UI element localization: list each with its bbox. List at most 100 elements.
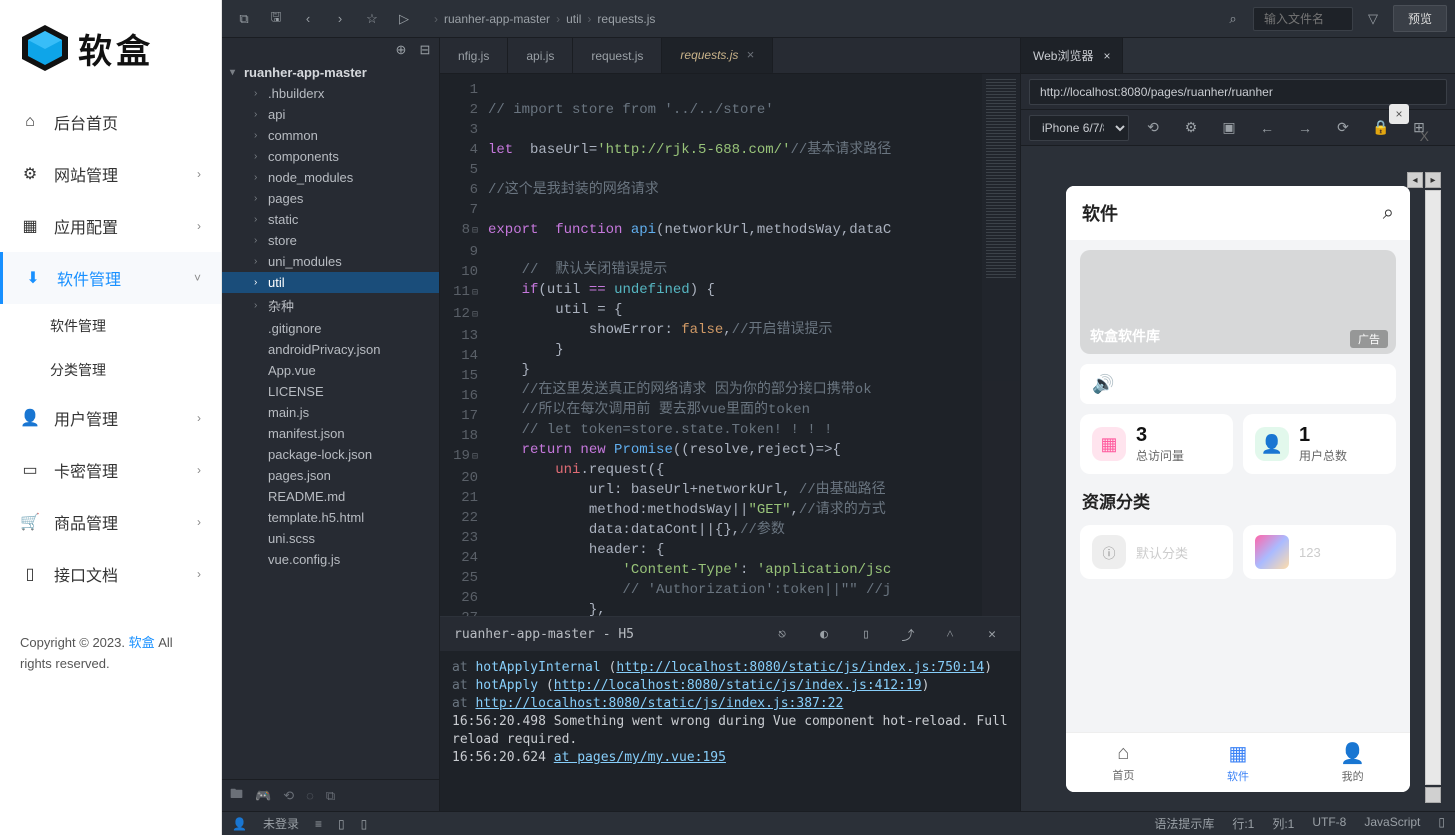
console-export-icon[interactable]: ⤴ — [894, 620, 922, 648]
preview-url-input[interactable] — [1029, 79, 1447, 105]
device-select[interactable]: iPhone 6/7/8 — [1029, 115, 1129, 141]
back-icon[interactable]: ‹ — [294, 5, 322, 33]
nav-item[interactable]: ⬇软件管理˅ — [0, 252, 221, 304]
login-status[interactable]: 未登录 — [263, 815, 299, 832]
tree-root[interactable]: ▾ruanher-app-master — [222, 62, 439, 83]
tree-file[interactable]: pages.json — [222, 465, 439, 486]
tree-file[interactable]: manifest.json — [222, 423, 439, 444]
tree-file[interactable]: main.js — [222, 402, 439, 423]
breadcrumb-item[interactable]: ruanher-app-master — [444, 12, 550, 26]
minimap[interactable] — [982, 74, 1020, 616]
tree-file[interactable]: README.md — [222, 486, 439, 507]
tree-folder[interactable]: ›common — [222, 125, 439, 146]
terminal2-icon[interactable]: ▯ — [361, 817, 368, 831]
editor-tab[interactable]: requests.js× — [662, 38, 773, 73]
scroll-right-icon[interactable]: ▸ — [1425, 172, 1441, 188]
forward-icon[interactable]: → — [1291, 114, 1319, 142]
tree-add-icon[interactable]: ⊕ — [393, 42, 409, 58]
console-clear-icon[interactable]: ▯ — [852, 620, 880, 648]
tree-file[interactable]: App.vue — [222, 360, 439, 381]
console-up-icon[interactable]: ˄ — [936, 620, 964, 648]
banner[interactable]: 软盒软件库 广告 — [1080, 250, 1396, 354]
tree-file[interactable]: LICENSE — [222, 381, 439, 402]
tree-folder[interactable]: ›static — [222, 209, 439, 230]
close-icon[interactable]: × — [1103, 49, 1110, 63]
search-file-icon[interactable]: ⌕ — [1219, 5, 1247, 33]
tree-folder[interactable]: ›pages — [222, 188, 439, 209]
forward-icon[interactable]: › — [326, 5, 354, 33]
editor-tab[interactable]: api.js — [508, 38, 573, 73]
tree-file[interactable]: .gitignore — [222, 318, 439, 339]
console-output[interactable]: at hotApplyInternal (http://localhost:80… — [440, 651, 1020, 811]
filter-input[interactable] — [1253, 7, 1353, 31]
list-icon[interactable]: ≡ — [315, 817, 322, 831]
tree-folder[interactable]: ›api — [222, 104, 439, 125]
tree-folder[interactable]: ›.hbuilderx — [222, 83, 439, 104]
rotate-icon[interactable]: ⟲ — [1139, 114, 1167, 142]
ext-close-button[interactable]: × — [1389, 104, 1409, 124]
link-icon[interactable]: ⧉ — [326, 788, 335, 804]
save-icon[interactable]: 🖫 — [262, 5, 290, 33]
notification-icon[interactable]: ▯ — [1438, 815, 1445, 832]
nav-item[interactable]: ▯接口文档› — [0, 548, 221, 600]
tree-collapse-icon[interactable]: ⊟ — [417, 42, 433, 58]
refresh-icon[interactable]: ⟳ — [1329, 114, 1357, 142]
tree-folder[interactable]: ›node_modules — [222, 167, 439, 188]
stat-users[interactable]: 👤 1 用户总数 — [1243, 414, 1396, 474]
category-123[interactable]: 123 — [1243, 525, 1396, 579]
language-mode[interactable]: JavaScript — [1364, 815, 1420, 832]
copyright-link[interactable]: 软盒 — [129, 635, 155, 650]
star-icon[interactable]: ☆ — [358, 5, 386, 33]
nav-item[interactable]: 🛒商品管理› — [0, 496, 221, 548]
circle-icon[interactable]: ◌ — [306, 788, 314, 803]
preview-button[interactable]: 预览 — [1393, 5, 1447, 32]
breadcrumb-item[interactable]: requests.js — [597, 12, 655, 26]
tree-folder[interactable]: ›util — [222, 272, 439, 293]
tree-folder[interactable]: ›uni_modules — [222, 251, 439, 272]
editor-tab[interactable]: nfig.js — [440, 38, 508, 73]
nav-item[interactable]: ⌂后台首页 — [0, 96, 221, 148]
nav-subitem[interactable]: 软件管理 — [48, 304, 221, 348]
editor-tab[interactable]: request.js — [573, 38, 662, 73]
nav-home[interactable]: ⌂ 首页 — [1066, 733, 1181, 792]
scroll-left-icon[interactable]: ◂ — [1407, 172, 1423, 188]
stat-visits[interactable]: ▦ 3 总访问量 — [1080, 414, 1233, 474]
close-icon[interactable]: × — [746, 47, 754, 62]
tree-file[interactable]: vue.config.js — [222, 549, 439, 570]
nav-item[interactable]: ▭卡密管理› — [0, 444, 221, 496]
tree-folder[interactable]: ›杂种 — [222, 293, 439, 318]
code-content[interactable]: // import store from '../../store' let b… — [488, 74, 982, 616]
search-icon[interactable]: ⌕ — [1383, 202, 1394, 225]
breadcrumb-item[interactable]: util — [566, 12, 581, 26]
screenshot-icon[interactable]: ▣ — [1215, 114, 1243, 142]
nav-item[interactable]: ⚙网站管理› — [0, 148, 221, 200]
back-icon[interactable]: ← — [1253, 114, 1281, 142]
tree-file[interactable]: uni.scss — [222, 528, 439, 549]
tree-folder[interactable]: ›components — [222, 146, 439, 167]
new-window-icon[interactable]: ⧉ — [230, 5, 258, 33]
nav-mine[interactable]: 👤 我的 — [1295, 733, 1410, 792]
terminal-icon[interactable]: ▯ — [338, 817, 345, 831]
scroll-down-icon[interactable] — [1425, 787, 1441, 803]
preview-tab[interactable]: Web浏览器 × — [1021, 38, 1123, 73]
sync-icon[interactable]: ⟲ — [283, 788, 294, 804]
nav-item[interactable]: ▦应用配置› — [0, 200, 221, 252]
filter-icon[interactable]: ▽ — [1359, 5, 1387, 33]
run-icon[interactable]: ▷ — [390, 5, 418, 33]
nav-item[interactable]: 👤用户管理› — [0, 392, 221, 444]
settings-icon[interactable]: ⚙ — [1177, 114, 1205, 142]
syntax-hint[interactable]: 语法提示库 — [1154, 815, 1214, 832]
nav-software[interactable]: ▦ 软件 — [1181, 733, 1296, 792]
tree-file[interactable]: package-lock.json — [222, 444, 439, 465]
vertical-scrollbar[interactable] — [1425, 190, 1441, 785]
category-default[interactable]: ⓘ 默认分类 — [1080, 525, 1233, 579]
code-editor[interactable]: 12345678⊟91011⊟12⊟13141516171819⊟2021222… — [440, 74, 1020, 616]
nav-subitem[interactable]: 分类管理 — [48, 348, 221, 392]
console-stop-icon[interactable]: ◐ — [810, 620, 838, 648]
controller-icon[interactable]: 🎮 — [255, 788, 271, 804]
announcement-card[interactable]: 🔊 — [1080, 364, 1396, 404]
console-close-icon[interactable]: ✕ — [978, 620, 1006, 648]
tree-folder[interactable]: ›store — [222, 230, 439, 251]
tree-file[interactable]: androidPrivacy.json — [222, 339, 439, 360]
encoding[interactable]: UTF-8 — [1312, 815, 1346, 832]
